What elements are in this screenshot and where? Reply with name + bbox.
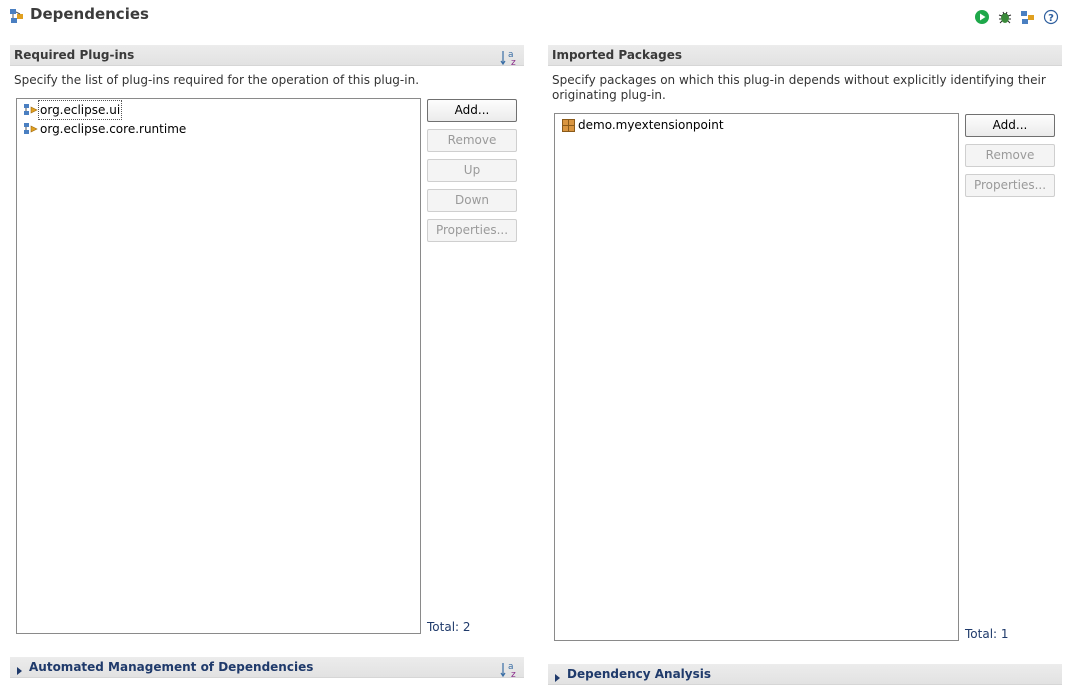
add-plugin-button[interactable]: Add...: [427, 99, 517, 122]
expand-arrow-icon[interactable]: [555, 674, 560, 682]
plugin-label: org.eclipse.core.runtime: [40, 122, 187, 136]
package-label: demo.myextensionpoint: [578, 118, 724, 132]
up-button[interactable]: Up: [427, 159, 517, 182]
sort-alphabetical-icon[interactable]: a z: [500, 49, 518, 68]
remove-package-button[interactable]: Remove: [965, 144, 1055, 167]
export-icon[interactable]: [1020, 9, 1036, 25]
plugin-icon: [24, 104, 38, 115]
required-plugins-total: Total: 2: [427, 620, 471, 634]
plugin-label: org.eclipse.ui: [37, 100, 123, 120]
imported-packages-description: Specify packages on which this plug-in d…: [552, 73, 1046, 102]
run-icon[interactable]: [974, 9, 990, 25]
required-plugins-description: Specify the list of plug-ins required fo…: [14, 73, 420, 87]
svg-text:z: z: [511, 58, 516, 67]
plugin-dependencies-icon: [10, 9, 23, 23]
imported-packages-list[interactable]: demo.myextensionpoint: [554, 113, 959, 641]
down-button[interactable]: Down: [427, 189, 517, 212]
expand-arrow-icon[interactable]: [17, 667, 22, 675]
help-icon[interactable]: ?: [1043, 9, 1059, 25]
debug-icon[interactable]: [997, 9, 1013, 25]
svg-text:z: z: [511, 670, 516, 679]
automated-management-title[interactable]: Automated Management of Dependencies: [29, 658, 313, 676]
remove-plugin-button[interactable]: Remove: [427, 129, 517, 152]
svg-text:?: ?: [1048, 13, 1054, 24]
required-plugins-title: Required Plug-ins: [14, 48, 135, 62]
plugin-icon: [24, 123, 38, 134]
package-properties-button[interactable]: Properties...: [965, 174, 1055, 197]
package-icon: [562, 119, 575, 132]
required-plugins-list[interactable]: org.eclipse.ui org.eclipse.core.runtime: [16, 98, 421, 634]
imported-packages-total: Total: 1: [965, 627, 1009, 641]
add-package-button[interactable]: Add...: [965, 114, 1055, 137]
sort-alphabetical-icon[interactable]: a z: [500, 661, 518, 680]
imported-packages-title: Imported Packages: [552, 48, 682, 62]
plugin-properties-button[interactable]: Properties...: [427, 219, 517, 242]
page-title: Dependencies: [30, 5, 149, 23]
dependency-analysis-title[interactable]: Dependency Analysis: [567, 665, 711, 683]
